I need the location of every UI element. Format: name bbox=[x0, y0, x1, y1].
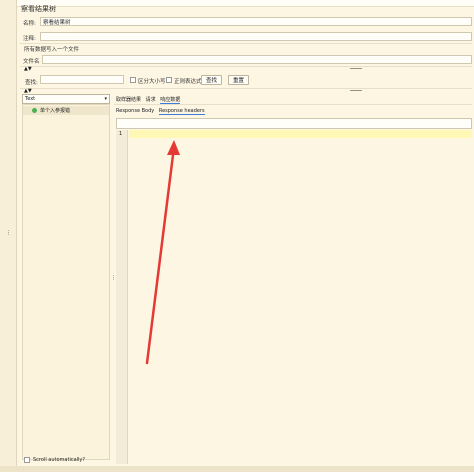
regex-checkbox[interactable] bbox=[166, 77, 172, 83]
panel-title: 察看结果树 bbox=[21, 5, 56, 13]
splitter-grip[interactable] bbox=[350, 68, 362, 69]
case-sensitive-label: 区分大小写 bbox=[138, 79, 166, 85]
divider bbox=[114, 104, 472, 105]
case-sensitive-checkbox[interactable] bbox=[130, 77, 136, 83]
renderer-selected: Text bbox=[25, 96, 36, 102]
tab-response-headers[interactable]: Response headers bbox=[158, 108, 205, 115]
tree-item[interactable]: 单个入参报错 bbox=[23, 106, 109, 115]
filename-field[interactable] bbox=[42, 55, 472, 64]
response-subtabs: Response Body Response headers bbox=[116, 108, 208, 115]
top-strip bbox=[17, 0, 474, 7]
name-label: 名称: bbox=[23, 21, 36, 27]
results-tree[interactable]: 单个入参报错 bbox=[22, 104, 110, 460]
comment-label: 注释: bbox=[23, 36, 36, 42]
tab-request[interactable]: 请求 bbox=[146, 96, 156, 103]
renderer-select[interactable]: Text ▾ bbox=[22, 94, 110, 104]
collapse-arrows-icon[interactable]: ▲▼ bbox=[24, 66, 32, 72]
chevron-down-icon: ▾ bbox=[104, 96, 107, 102]
filename-label: 文件名 bbox=[23, 59, 40, 65]
scroll-auto-checkbox[interactable] bbox=[24, 457, 30, 463]
tree-item-label: 单个入参报错 bbox=[40, 108, 71, 114]
divider bbox=[20, 88, 472, 89]
status-bar bbox=[0, 466, 474, 472]
line-number: 1 bbox=[119, 131, 123, 137]
comment-field[interactable] bbox=[40, 32, 472, 41]
tab-response-body[interactable]: Response Body bbox=[116, 108, 154, 114]
red-arrow-annotation bbox=[145, 140, 180, 365]
reset-button[interactable]: 重置 bbox=[228, 75, 249, 85]
name-field[interactable]: 察看结果树 bbox=[40, 17, 472, 26]
divider bbox=[20, 66, 472, 67]
regex-label: 正则表达式 bbox=[174, 79, 202, 85]
success-icon bbox=[32, 108, 37, 113]
splitter-grip[interactable] bbox=[350, 90, 362, 91]
result-tabs: 取样器结果 请求 响应数据 bbox=[116, 96, 183, 104]
tab-sampler[interactable]: 取样器结果 bbox=[116, 96, 141, 103]
find-button[interactable]: 查找 bbox=[201, 75, 222, 85]
response-search-input[interactable] bbox=[116, 118, 472, 129]
left-gutter: ⋮ bbox=[0, 0, 17, 472]
search-label: 查找: bbox=[25, 80, 38, 86]
line-number-gutter: 1 bbox=[116, 130, 128, 464]
search-input[interactable] bbox=[40, 75, 124, 84]
tab-response[interactable]: 响应数据 bbox=[160, 96, 181, 104]
collapse-handle-icon[interactable]: ⋮ bbox=[6, 230, 11, 236]
scroll-auto-label: Scroll automatically? bbox=[33, 457, 86, 463]
divider bbox=[20, 43, 472, 44]
write-all-label: 所有数据写入一个文件 bbox=[24, 47, 80, 53]
